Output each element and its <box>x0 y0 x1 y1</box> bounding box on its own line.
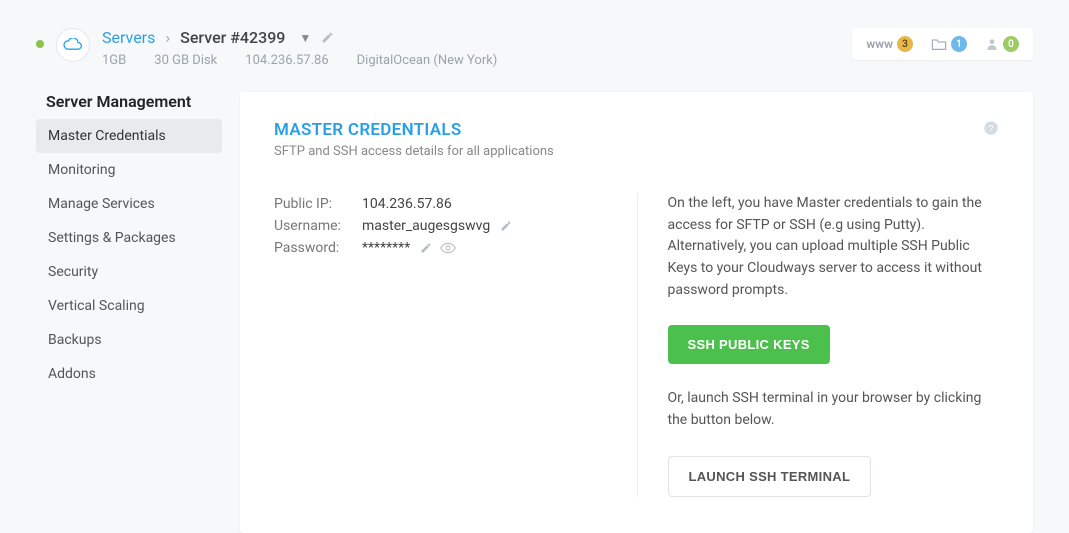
sidebar-item-label: Addons <box>48 366 96 382</box>
main-panel: MASTER CREDENTIALS SFTP and SSH access d… <box>240 92 1033 533</box>
sidebar-item-label: Settings & Packages <box>48 230 176 246</box>
www-badge-group[interactable]: www 3 <box>866 36 913 52</box>
password-row: Password: ******** <box>274 237 607 259</box>
help-text-1: On the left, you have Master credentials… <box>668 193 1000 301</box>
apps-badge-group[interactable]: 1 <box>931 36 967 52</box>
svg-text:?: ? <box>988 123 993 133</box>
breadcrumb-current: Server #42399 <box>180 28 285 47</box>
sidebar-item-vertical-scaling[interactable]: Vertical Scaling <box>36 289 222 323</box>
users-badge-group[interactable]: 0 <box>985 36 1019 52</box>
panel-header: MASTER CREDENTIALS SFTP and SSH access d… <box>274 120 999 159</box>
username-value: master_augesgswvg <box>362 218 490 234</box>
sidebar-item-label: Manage Services <box>48 196 155 212</box>
username-label: Username: <box>274 218 362 234</box>
public-ip-row: Public IP: 104.236.57.86 <box>274 193 607 215</box>
server-dropdown-trigger[interactable]: ▼ <box>299 31 311 45</box>
stat-ip: 104.236.57.86 <box>245 53 328 68</box>
password-value: ******** <box>362 240 410 256</box>
ssh-public-keys-button[interactable]: SSH PUBLIC KEYS <box>668 325 830 364</box>
server-status-indicator <box>36 40 44 48</box>
chevron-right-icon: › <box>165 28 170 47</box>
topbar: Servers › Server #42399 ▼ 1GB 30 GB Disk… <box>0 0 1069 68</box>
www-label: www <box>866 37 893 51</box>
edit-server-name-icon[interactable] <box>321 31 334 44</box>
sidebar-item-monitoring[interactable]: Monitoring <box>36 153 222 187</box>
cloud-logo-icon <box>56 28 90 62</box>
topbar-left: Servers › Server #42399 ▼ 1GB 30 GB Disk… <box>36 28 497 68</box>
help-text-2: Or, launch SSH terminal in your browser … <box>668 388 1000 431</box>
password-label: Password: <box>274 240 362 256</box>
breadcrumb-area: Servers › Server #42399 ▼ 1GB 30 GB Disk… <box>102 28 497 68</box>
stat-disk: 30 GB Disk <box>154 53 217 68</box>
credentials-column: Public IP: 104.236.57.86 Username: maste… <box>274 193 637 497</box>
breadcrumb: Servers › Server #42399 ▼ <box>102 28 497 47</box>
edit-password-icon[interactable] <box>420 242 432 254</box>
public-ip-label: Public IP: <box>274 196 362 212</box>
users-count-badge: 0 <box>1003 36 1019 52</box>
panel-title: MASTER CREDENTIALS <box>274 120 554 140</box>
sidebar-item-manage-services[interactable]: Manage Services <box>36 187 222 221</box>
server-stats: 1GB 30 GB Disk 104.236.57.86 DigitalOcea… <box>102 53 497 68</box>
sidebar-item-label: Vertical Scaling <box>48 298 145 314</box>
folder-icon <box>931 37 947 51</box>
apps-count-badge: 1 <box>951 36 967 52</box>
sidebar-title: Server Management <box>36 92 222 119</box>
launch-ssh-terminal-button[interactable]: LAUNCH SSH TERMINAL <box>668 456 872 497</box>
panel-columns: Public IP: 104.236.57.86 Username: maste… <box>274 193 999 497</box>
public-ip-value: 104.236.57.86 <box>362 196 452 212</box>
help-column: On the left, you have Master credentials… <box>637 193 1000 497</box>
username-row: Username: master_augesgswvg <box>274 215 607 237</box>
sidebar: Server Management Master Credentials Mon… <box>36 92 222 533</box>
panel-subtitle: SFTP and SSH access details for all appl… <box>274 144 554 159</box>
sidebar-item-security[interactable]: Security <box>36 255 222 289</box>
sidebar-item-backups[interactable]: Backups <box>36 323 222 357</box>
help-icon[interactable]: ? <box>983 120 999 136</box>
stat-provider: DigitalOcean (New York) <box>357 53 498 68</box>
user-icon <box>985 37 999 51</box>
stat-ram: 1GB <box>102 53 126 68</box>
sidebar-item-settings-packages[interactable]: Settings & Packages <box>36 221 222 255</box>
sidebar-item-addons[interactable]: Addons <box>36 357 222 391</box>
sidebar-item-label: Backups <box>48 332 102 348</box>
main-layout: Server Management Master Credentials Mon… <box>0 68 1069 533</box>
sidebar-item-label: Monitoring <box>48 162 116 178</box>
www-count-badge: 3 <box>897 36 913 52</box>
sidebar-item-master-credentials[interactable]: Master Credentials <box>36 119 222 153</box>
reveal-password-icon[interactable] <box>440 242 456 254</box>
breadcrumb-link-servers[interactable]: Servers <box>102 28 155 47</box>
sidebar-item-label: Security <box>48 264 98 280</box>
edit-username-icon[interactable] <box>500 220 512 232</box>
topbar-right: www 3 1 0 <box>852 28 1033 60</box>
sidebar-item-label: Master Credentials <box>48 128 166 144</box>
